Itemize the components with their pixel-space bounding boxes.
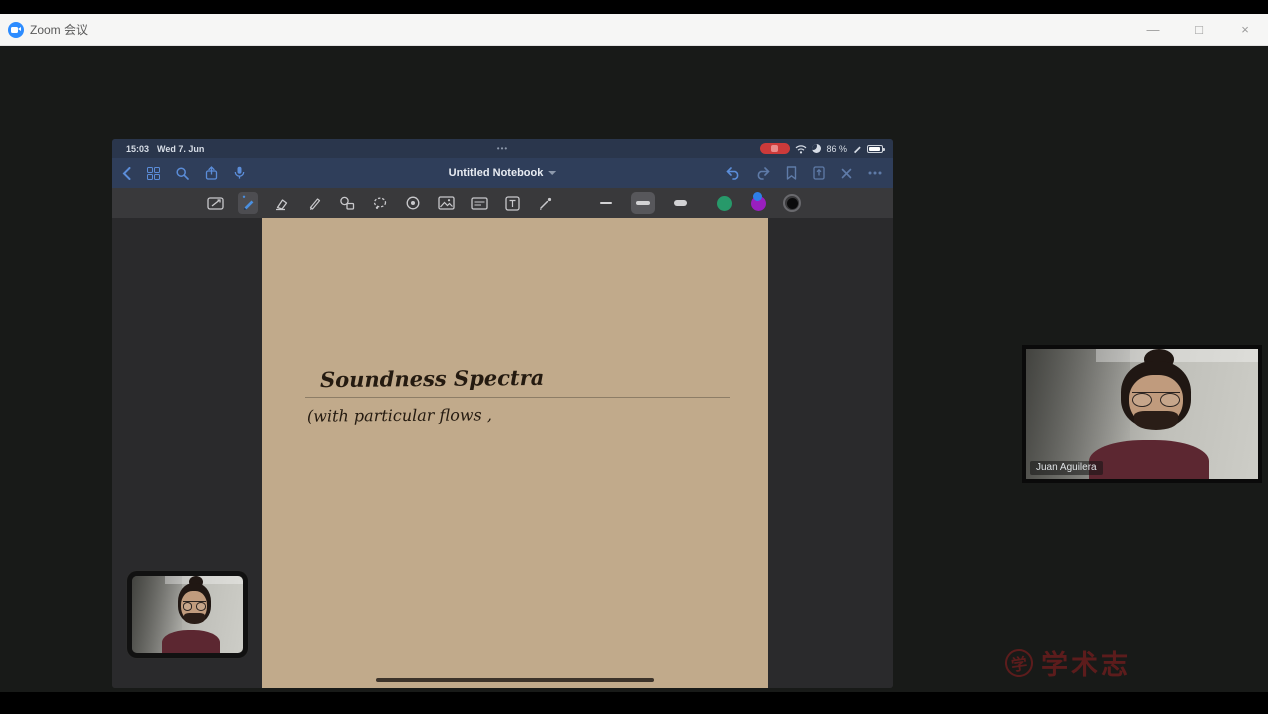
- pen-tool-icon[interactable]: [238, 192, 258, 214]
- watermark: 学 学术志: [1005, 643, 1131, 682]
- stroke-thick-button[interactable]: [668, 192, 692, 214]
- stroke-thin-button[interactable]: [594, 192, 618, 214]
- notebook-title-menu[interactable]: Untitled Notebook: [449, 167, 557, 179]
- home-indicator[interactable]: [376, 678, 654, 682]
- bookmark-icon[interactable]: [786, 166, 797, 180]
- screenshot-tool-icon[interactable]: [205, 192, 225, 214]
- redo-icon[interactable]: [756, 167, 770, 180]
- status-date: Wed 7. Jun: [157, 144, 204, 154]
- zoom-titlebar: Zoom 会议 — □ ×: [0, 14, 1268, 46]
- statusbar-right: 86 %: [760, 143, 893, 154]
- laser-tool-icon[interactable]: [535, 192, 555, 214]
- participant-video[interactable]: Juan Aguilera: [1022, 345, 1262, 483]
- handwriting-title: Soundness Spectra: [320, 365, 545, 392]
- image-tool-icon[interactable]: [436, 192, 456, 214]
- zoom-app-icon: [8, 22, 24, 38]
- navbar-left-group: [112, 166, 245, 180]
- notebook-navbar: Untitled Notebook: [112, 158, 893, 188]
- microphone-icon[interactable]: [234, 166, 245, 180]
- multitask-dots-icon[interactable]: •••: [497, 144, 508, 153]
- pen-color-indicator-dot: [753, 192, 762, 201]
- color-green-button[interactable]: [717, 196, 732, 211]
- recording-pill-icon[interactable]: [760, 143, 790, 154]
- statusbar-left: 15:03 Wed 7. Jun: [112, 144, 204, 154]
- chevron-down-icon: [548, 171, 556, 175]
- self-person: [132, 576, 243, 653]
- pencil-tool-icon[interactable]: [304, 192, 324, 214]
- window-title: Zoom 会议: [30, 21, 88, 38]
- notebook-title: Untitled Notebook: [449, 167, 544, 179]
- stroke-medium-button[interactable]: [631, 192, 655, 214]
- export-page-icon[interactable]: [813, 166, 825, 180]
- shapes-tool-icon[interactable]: [337, 192, 357, 214]
- text-tool-icon[interactable]: [502, 192, 522, 214]
- minimize-button[interactable]: —: [1130, 14, 1176, 45]
- pencil-status-icon: [852, 144, 862, 154]
- color-black-button[interactable]: [783, 194, 801, 212]
- pages-grid-icon[interactable]: [147, 167, 160, 180]
- navbar-right-group: [726, 166, 893, 180]
- wifi-icon: [795, 144, 807, 154]
- status-time: 15:03: [126, 144, 149, 154]
- close-button[interactable]: ×: [1222, 14, 1268, 45]
- more-options-icon[interactable]: [868, 171, 882, 175]
- eraser-tool-icon[interactable]: [271, 192, 291, 214]
- card-tool-icon[interactable]: [469, 192, 489, 214]
- search-icon[interactable]: [176, 167, 189, 180]
- drawing-toolbar: [112, 188, 893, 218]
- self-view-video[interactable]: [127, 571, 248, 658]
- focus-pointer-tool-icon[interactable]: [403, 192, 423, 214]
- handwriting-subtitle: (with particular flows ,: [307, 405, 492, 425]
- participant-name-label: Juan Aguilera: [1030, 461, 1103, 475]
- back-icon[interactable]: [122, 167, 131, 180]
- lasso-tool-icon[interactable]: [370, 192, 390, 214]
- notebook-page[interactable]: Soundness Spectra (with particular flows…: [262, 218, 768, 688]
- battery-percent: 86 %: [826, 144, 847, 154]
- screen: Zoom 会议 — □ × 15:03 Wed 7. Jun •••: [0, 0, 1268, 714]
- watermark-text: 学术志: [1041, 643, 1131, 682]
- handwriting-underline: [305, 397, 730, 398]
- undo-icon[interactable]: [726, 167, 740, 180]
- meeting-content-area: 15:03 Wed 7. Jun ••• 86 %: [0, 46, 1268, 692]
- close-presentation-icon[interactable]: [841, 168, 852, 179]
- dnd-moon-icon: [812, 144, 821, 153]
- maximize-button[interactable]: □: [1176, 14, 1222, 45]
- ipad-statusbar: 15:03 Wed 7. Jun ••• 86 %: [112, 139, 893, 158]
- participant-person: [1026, 349, 1258, 479]
- letterbox-top: [0, 0, 1268, 14]
- watermark-logo-icon: 学: [1003, 647, 1035, 679]
- window-controls: — □ ×: [1130, 14, 1268, 45]
- share-icon[interactable]: [205, 166, 218, 180]
- letterbox-bottom: [0, 692, 1268, 714]
- battery-icon: [867, 145, 883, 153]
